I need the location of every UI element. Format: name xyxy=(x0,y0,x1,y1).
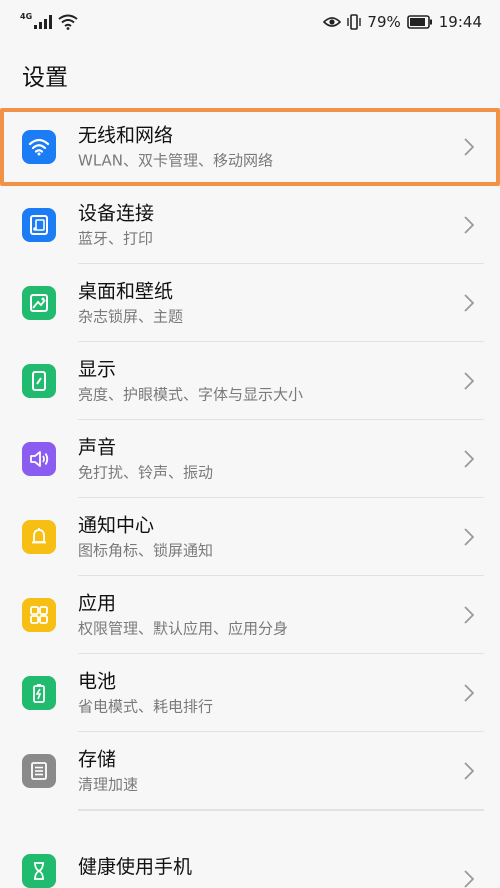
wifi-status-icon xyxy=(58,14,78,30)
settings-item-sound[interactable]: 声音 免打扰、铃声、振动 xyxy=(0,420,500,498)
item-title: 应用 xyxy=(78,592,117,615)
settings-item-apps[interactable]: 应用 权限管理、默认应用、应用分身 xyxy=(0,576,500,654)
item-title: 桌面和壁纸 xyxy=(78,280,174,303)
item-subtitle: 清理加速 xyxy=(78,775,139,794)
battery-icon-status xyxy=(406,15,432,29)
wifi-icon xyxy=(22,130,56,164)
settings-item-battery[interactable]: 电池 省电模式、耗电排行 xyxy=(0,654,500,732)
status-left: 4G xyxy=(20,11,78,30)
storage-icon xyxy=(22,754,56,788)
item-title: 健康使用手机 xyxy=(78,856,193,878)
item-subtitle: 图标角标、锁屏通知 xyxy=(78,541,214,560)
settings-item-wireless-network[interactable]: 无线和网络 WLAN、双卡管理、移动网络 xyxy=(0,108,500,186)
battery-percent: 79% xyxy=(367,13,401,31)
hourglass-icon xyxy=(22,854,56,888)
item-title: 设备连接 xyxy=(78,202,155,225)
apps-icon xyxy=(22,598,56,632)
clock: 19:44 xyxy=(438,13,482,31)
wallpaper-icon xyxy=(22,286,56,320)
item-subtitle: 杂志锁屏、主题 xyxy=(78,307,184,326)
item-title: 通知中心 xyxy=(78,514,155,537)
page-title: 设置 xyxy=(22,65,68,91)
item-subtitle: 免打扰、铃声、振动 xyxy=(78,463,214,482)
device-connection-icon xyxy=(22,208,56,242)
item-title: 电池 xyxy=(78,670,117,693)
item-subtitle: WLAN、双卡管理、移动网络 xyxy=(78,151,274,170)
settings-item-notifications[interactable]: 通知中心 图标角标、锁屏通知 xyxy=(0,498,500,576)
settings-item-display[interactable]: 显示 亮度、护眼模式、字体与显示大小 xyxy=(0,342,500,420)
chevron-right-icon xyxy=(464,372,474,390)
eye-comfort-icon xyxy=(323,17,342,27)
display-icon xyxy=(22,364,56,398)
chevron-right-icon xyxy=(464,450,474,468)
settings-item-device-connection[interactable]: 设备连接 蓝牙、打印 xyxy=(0,186,500,264)
item-title: 无线和网络 xyxy=(78,124,174,147)
chevron-right-icon xyxy=(464,138,474,156)
item-subtitle: 蓝牙、打印 xyxy=(78,229,154,248)
chevron-right-icon xyxy=(464,870,474,888)
chevron-right-icon xyxy=(464,294,474,312)
settings-item-digital-balance[interactable]: 健康使用手机 xyxy=(0,810,500,888)
settings-item-home-wallpaper[interactable]: 桌面和壁纸 杂志锁屏、主题 xyxy=(0,264,500,342)
vibrate-icon xyxy=(347,14,362,30)
bell-icon xyxy=(22,520,56,554)
settings-item-storage[interactable]: 存储 清理加速 xyxy=(0,732,500,810)
item-subtitle: 权限管理、默认应用、应用分身 xyxy=(78,619,289,638)
chevron-right-icon xyxy=(464,684,474,702)
item-subtitle: 亮度、护眼模式、字体与显示大小 xyxy=(78,385,304,404)
chevron-right-icon xyxy=(464,216,474,234)
chevron-right-icon xyxy=(464,762,474,780)
signal-icon xyxy=(34,15,53,29)
chevron-right-icon xyxy=(464,606,474,624)
battery-icon xyxy=(22,676,56,710)
status-bar: 4G 79% 19:44 xyxy=(0,0,500,44)
network-type-label: 4G xyxy=(20,11,33,21)
status-right: 79% 19:44 xyxy=(323,13,482,31)
settings-list: 无线和网络 WLAN、双卡管理、移动网络 设备连接 蓝牙、打印 桌面和壁纸 杂志… xyxy=(0,108,500,888)
sound-icon xyxy=(22,442,56,476)
item-title: 显示 xyxy=(78,358,117,381)
divider xyxy=(78,810,484,811)
item-subtitle: 省电模式、耗电排行 xyxy=(78,697,214,716)
item-title: 存储 xyxy=(78,748,117,771)
chevron-right-icon xyxy=(464,528,474,546)
item-title: 声音 xyxy=(78,436,117,459)
